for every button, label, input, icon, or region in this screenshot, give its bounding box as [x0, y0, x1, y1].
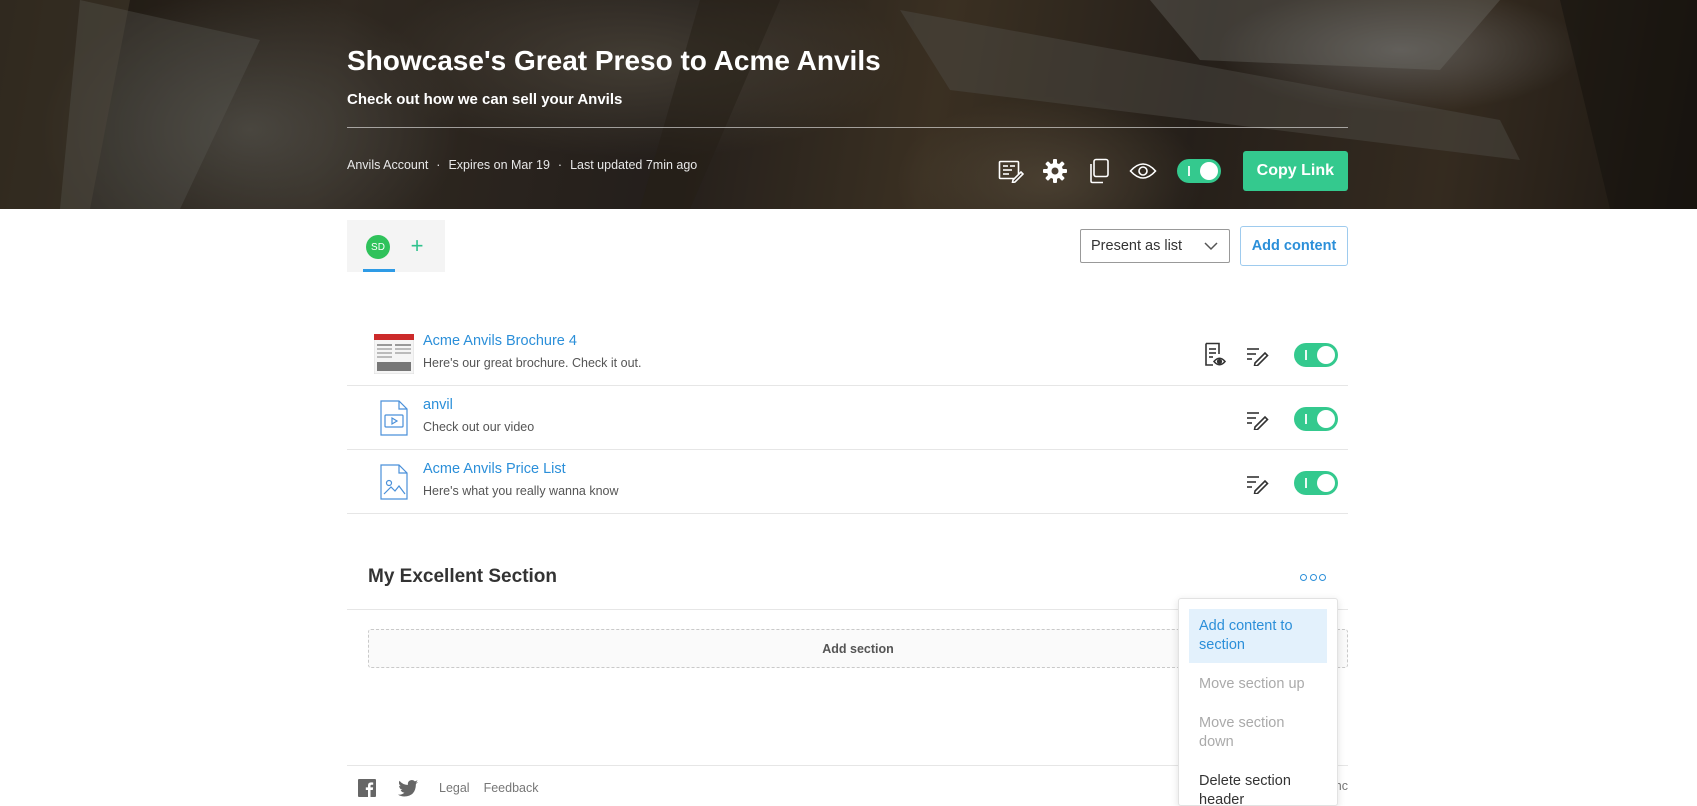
facebook-icon[interactable] [357, 778, 377, 798]
hero-actions: Copy Link [989, 151, 1348, 191]
brochure-thumbnail [374, 334, 414, 374]
content-description: Here's what you really wanna know [423, 484, 619, 498]
edit-icon[interactable] [1236, 342, 1278, 368]
content-description: Here's our great brochure. Check it out. [423, 356, 642, 370]
page-title: Showcase's Great Preso to Acme Anvils [347, 45, 881, 76]
add-content-button[interactable]: Add content [1240, 226, 1348, 266]
expires-date: Expires on Mar 19 [448, 158, 550, 172]
edit-icon[interactable] [1236, 470, 1278, 496]
page-subtitle: Check out how we can sell your Anvils [347, 91, 623, 108]
menu-item-move-section-down[interactable]: Move section down [1189, 706, 1327, 760]
collaborators-tab: SD + [347, 220, 445, 272]
content-list: Acme Anvils Brochure 4 Here's our great … [347, 322, 1348, 514]
list-item: Acme Anvils Price List Here's what you r… [347, 450, 1348, 514]
content-title[interactable]: Acme Anvils Brochure 4 [423, 333, 577, 349]
more-options-icon[interactable] [1300, 570, 1326, 584]
meta-separator: · [436, 158, 441, 172]
row-actions [1236, 470, 1338, 496]
hero-meta: Anvils Account · Expires on Mar 19 · Las… [347, 158, 697, 172]
content-title[interactable]: anvil [423, 397, 453, 413]
content-visibility-toggle[interactable] [1294, 343, 1338, 367]
present-mode-value: Present as list [1091, 238, 1183, 254]
gear-icon[interactable] [1033, 151, 1077, 191]
image-file-icon [374, 462, 414, 502]
content-visibility-toggle[interactable] [1294, 471, 1338, 495]
row-actions [1194, 342, 1338, 368]
eye-icon[interactable] [1121, 151, 1165, 191]
footer-feedback-link[interactable]: Feedback [484, 781, 539, 795]
section-options-menu: Add content to section Move section up M… [1178, 598, 1338, 806]
content-title[interactable]: Acme Anvils Price List [423, 461, 566, 477]
footer-links: Legal Feedback [357, 778, 553, 798]
last-updated: Last updated 7min ago [570, 158, 698, 172]
avatar-active-underline [363, 269, 395, 272]
publish-toggle[interactable] [1176, 159, 1221, 183]
section-title: My Excellent Section [368, 566, 558, 587]
account-name: Anvils Account [347, 158, 429, 172]
hero-content: Showcase's Great Preso to Acme Anvils Ch… [347, 0, 1348, 209]
copy-icon[interactable] [1077, 151, 1121, 191]
meta-separator: · [557, 158, 563, 172]
avatar[interactable]: SD [366, 235, 390, 259]
content-description: Check out our video [423, 420, 535, 434]
menu-item-add-content-to-section[interactable]: Add content to section [1189, 609, 1327, 663]
edit-details-icon[interactable] [989, 151, 1033, 191]
list-item: anvil Check out our video [347, 386, 1348, 450]
video-file-icon [374, 398, 414, 438]
edit-icon[interactable] [1236, 406, 1278, 432]
menu-item-move-section-up[interactable]: Move section up [1189, 667, 1327, 702]
row-actions [1236, 406, 1338, 432]
content-visibility-toggle[interactable] [1294, 407, 1338, 431]
add-user-button[interactable]: + [405, 234, 429, 258]
present-mode-select[interactable]: Present as list [1080, 229, 1230, 263]
hero-banner: Showcase's Great Preso to Acme Anvils Ch… [0, 0, 1697, 209]
copy-link-button[interactable]: Copy Link [1242, 151, 1348, 191]
preview-doc-icon[interactable] [1194, 342, 1236, 368]
footer-legal-link[interactable]: Legal [439, 781, 470, 795]
list-item: Acme Anvils Brochure 4 Here's our great … [347, 322, 1348, 386]
hero-divider [347, 127, 1348, 128]
chevron-down-icon [1204, 242, 1218, 251]
twitter-icon[interactable] [398, 778, 418, 798]
menu-item-delete-section-header[interactable]: Delete section header [1189, 764, 1327, 806]
